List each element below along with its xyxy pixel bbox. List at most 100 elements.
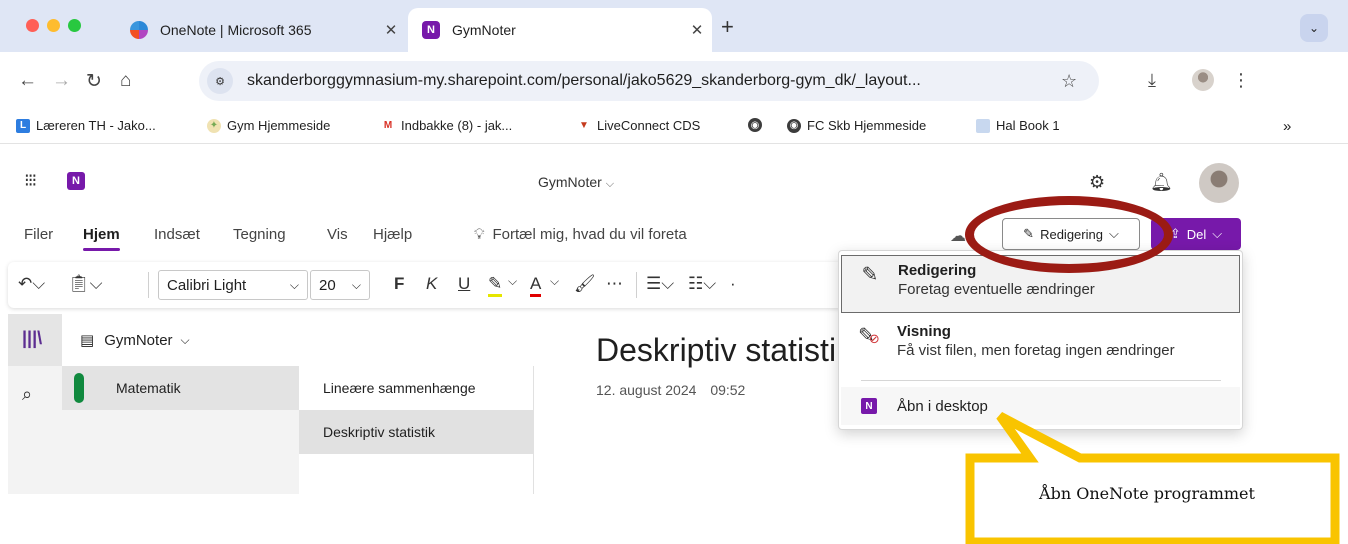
tab-filer[interactable]: Filer bbox=[24, 226, 53, 243]
site-settings-icon[interactable]: ⚙ bbox=[207, 68, 233, 94]
document-icon bbox=[976, 118, 990, 133]
chevron-down-icon: ⌵ bbox=[289, 277, 299, 292]
bookmark-label: FC Skb Hjemmeside bbox=[807, 118, 927, 133]
italic-button[interactable]: K bbox=[426, 274, 437, 294]
menu-item-title: Åbn i desktop bbox=[897, 397, 988, 415]
chevron-down-icon: ⌵ bbox=[605, 178, 615, 190]
menu-item-visning[interactable]: ✎ ⊘ Visning Få vist filen, men foretag in… bbox=[841, 317, 1240, 375]
chevron-down-icon[interactable]: ⌵ bbox=[508, 274, 517, 289]
bookmark-item[interactable]: ◉ FC Skb Hjemmeside bbox=[787, 118, 926, 133]
back-arrow-icon[interactable]: ← bbox=[18, 70, 37, 92]
more-options-icon[interactable]: ⋯ bbox=[606, 274, 623, 294]
tab-vis[interactable]: Vis bbox=[327, 226, 348, 243]
chevron-down-icon: ⌵ bbox=[180, 332, 190, 347]
gym-icon: ✦ bbox=[207, 118, 221, 133]
highlight-icon[interactable]: ✎ bbox=[488, 274, 503, 297]
paste-icon[interactable]: 📋︎⌵ bbox=[68, 274, 102, 294]
menu-item-subtitle: Få vist filen, men foretag ingen ændring… bbox=[897, 342, 1175, 359]
bookmark-item[interactable]: ✦ Gym Hjemmeside bbox=[207, 118, 330, 133]
section-item-matematik[interactable]: Matematik bbox=[62, 366, 299, 410]
toolbar-divider bbox=[148, 272, 149, 298]
app-launcher-icon[interactable]: ⁝⁝⁝ bbox=[24, 170, 37, 191]
bookmark-label: Læreren TH - Jako... bbox=[36, 118, 156, 133]
maximize-window-button[interactable] bbox=[68, 19, 81, 32]
chevron-down-icon[interactable]: ⌵ bbox=[550, 274, 559, 289]
notebook-selector[interactable]: ▤ GymNoter ⌵ bbox=[62, 314, 534, 366]
highlight-ellipse bbox=[965, 196, 1173, 273]
forward-arrow-icon[interactable]: → bbox=[52, 70, 71, 92]
notebook-name: GymNoter bbox=[104, 331, 173, 349]
page-date: 12. august 2024 bbox=[596, 382, 697, 398]
bold-button[interactable]: F bbox=[394, 274, 404, 294]
sections-pane: Matematik bbox=[62, 366, 299, 494]
bookmark-item[interactable]: M Indbakke (8) - jak... bbox=[381, 118, 512, 133]
browser-profile-avatar[interactable] bbox=[1192, 69, 1214, 91]
document-title-text: GymNoter bbox=[538, 174, 602, 190]
tab-indsaet[interactable]: Indsæt bbox=[154, 226, 200, 243]
reload-icon[interactable]: ↻ bbox=[86, 70, 102, 93]
close-window-button[interactable] bbox=[26, 19, 39, 32]
font-family-select[interactable]: Calibri Light ⌵ bbox=[158, 270, 308, 300]
tab-search-button[interactable]: ⌄ bbox=[1300, 14, 1328, 42]
microsoft-365-icon bbox=[130, 21, 148, 39]
bookmark-label: Hal Book 1 bbox=[996, 118, 1060, 133]
more-formatting-icon[interactable]: · bbox=[730, 274, 736, 294]
notification-bell-icon[interactable]: 🔔︎ bbox=[1150, 172, 1173, 193]
numbered-list-icon[interactable]: ☷⌵ bbox=[688, 274, 716, 294]
notebook-icon: ▤ bbox=[80, 332, 95, 349]
url-text: skanderborggymnasium-my.sharepoint.com/p… bbox=[247, 72, 921, 89]
bookmark-item[interactable]: Hal Book 1 bbox=[976, 118, 1060, 133]
menu-item-subtitle: Foretag eventuelle ændringer bbox=[898, 281, 1095, 298]
chevron-down-icon: ⌵ bbox=[1212, 226, 1223, 241]
tab-hjem[interactable]: Hjem bbox=[83, 226, 120, 251]
page-item-lineaere[interactable]: Lineære sammenhænge bbox=[299, 366, 534, 410]
bullet-list-icon[interactable]: ☰⌵ bbox=[646, 274, 674, 294]
underline-button[interactable]: U bbox=[458, 274, 470, 294]
page-item-deskriptiv[interactable]: Deskriptiv statistik bbox=[299, 410, 534, 454]
user-avatar[interactable] bbox=[1199, 163, 1239, 203]
page-timestamp: 12. august 2024 09:52 bbox=[596, 382, 745, 398]
home-icon[interactable]: ⌂ bbox=[120, 70, 131, 92]
new-tab-button[interactable]: + bbox=[721, 14, 734, 40]
gmail-icon: M bbox=[383, 120, 393, 131]
bookmark-item[interactable]: ◉ bbox=[748, 118, 768, 132]
bookmark-item[interactable]: ▼ LiveConnect CDS bbox=[577, 118, 700, 133]
pages-pane: Lineære sammenhænge Deskriptiv statistik bbox=[299, 366, 534, 494]
tab-title: OneNote | Microsoft 365 bbox=[160, 22, 312, 38]
page-title[interactable]: Deskriptiv statistik bbox=[596, 332, 836, 369]
browser-tab-gymnoter[interactable]: N GymNoter ✕ bbox=[408, 8, 712, 52]
close-tab-icon[interactable]: ✕ bbox=[682, 21, 712, 39]
bookmark-star-icon[interactable]: ☆ bbox=[1061, 71, 1077, 92]
menu-item-open-desktop[interactable]: N Åbn i desktop bbox=[841, 387, 1240, 425]
bookmarks-overflow-button[interactable]: » bbox=[1283, 118, 1291, 135]
font-family-value: Calibri Light bbox=[167, 276, 247, 294]
section-label: Matematik bbox=[116, 380, 181, 396]
address-bar[interactable]: ⚙ skanderborggymnasium-my.sharepoint.com… bbox=[199, 61, 1099, 101]
tab-hjaelp[interactable]: Hjælp bbox=[373, 226, 412, 243]
close-tab-icon[interactable]: ✕ bbox=[376, 21, 406, 39]
download-icon[interactable]: ⤓ bbox=[1148, 70, 1156, 91]
browser-tab-onenote-m365[interactable]: OneNote | Microsoft 365 ✕ bbox=[116, 8, 406, 52]
share-label: Del bbox=[1186, 226, 1207, 242]
bookmark-item[interactable]: L Læreren TH - Jako... bbox=[16, 118, 156, 133]
search-icon[interactable]: ⌕ bbox=[22, 384, 32, 405]
settings-gear-icon[interactable]: ⚙ bbox=[1089, 172, 1105, 193]
notebooks-icon[interactable]: |||\ bbox=[22, 328, 42, 349]
onenote-icon[interactable]: N bbox=[67, 172, 85, 190]
tell-me-search[interactable]: 💡︎ Fortæl mig, hvad du vil foreta bbox=[474, 226, 687, 243]
cloud-sync-icon: ☁ bbox=[950, 228, 966, 245]
chevron-down-icon: ⌵ bbox=[351, 277, 361, 292]
liveconnect-icon: ▼ bbox=[579, 120, 589, 131]
bookmark-label: Gym Hjemmeside bbox=[227, 118, 331, 133]
kebab-menu-icon[interactable]: ⋮ bbox=[1232, 70, 1250, 91]
tab-tegning[interactable]: Tegning bbox=[233, 226, 286, 243]
font-color-button[interactable]: A bbox=[530, 274, 542, 297]
format-painter-icon[interactable]: 🖌︎ bbox=[574, 274, 596, 294]
font-size-select[interactable]: 20 ⌵ bbox=[310, 270, 370, 300]
navigation-rail: |||\ ⌕ bbox=[8, 314, 62, 494]
chevron-down-icon: ⌄ bbox=[1308, 21, 1320, 35]
undo-icon[interactable]: ↶⌵ bbox=[18, 274, 45, 294]
minimize-window-button[interactable] bbox=[47, 19, 60, 32]
browser-tab-strip: OneNote | Microsoft 365 ✕ N GymNoter ✕ +… bbox=[0, 0, 1348, 52]
document-title[interactable]: GymNoter ⌵ bbox=[538, 174, 614, 191]
